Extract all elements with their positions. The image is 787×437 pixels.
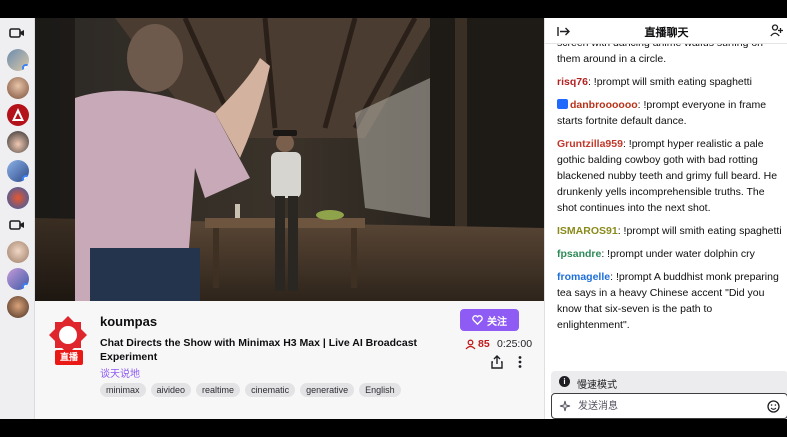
stream-uptime: 0:25:00: [497, 338, 533, 350]
emoji-smile-icon[interactable]: [767, 400, 780, 413]
chat-username[interactable]: Gruntzilla959: [557, 138, 623, 150]
sidebar-channel-avatar[interactable]: [7, 49, 29, 71]
chat-message-input[interactable]: [578, 398, 758, 414]
video-frame: [35, 18, 544, 301]
chat-message: danbroooooo: !prompt everyone in frame s…: [557, 97, 783, 129]
sidebar-channel-avatar[interactable]: [7, 241, 29, 263]
chat-username[interactable]: risq76: [557, 76, 588, 88]
follow-button[interactable]: 关注: [460, 309, 519, 331]
viewer-count: 85: [465, 338, 490, 350]
tag-list: minimax aivideo realtime cinematic gener…: [100, 383, 401, 397]
channel-name[interactable]: koumpas: [100, 314, 157, 329]
video-camera-icon: [9, 28, 24, 38]
tag[interactable]: English: [359, 383, 401, 397]
chat-header: 直播聊天: [545, 18, 787, 44]
chat-title: 直播聊天: [644, 27, 689, 39]
chat-message: ISMAROS91: !prompt will smith eating spa…: [557, 223, 783, 239]
share-icon[interactable]: [490, 355, 504, 369]
tag[interactable]: generative: [300, 383, 355, 397]
chat-username[interactable]: danbroooooo: [570, 99, 638, 111]
tag[interactable]: minimax: [100, 383, 146, 397]
info-icon: i: [559, 376, 570, 387]
video-camera-icon: [9, 220, 24, 230]
crown-badge-icon: [557, 99, 568, 109]
chat-username[interactable]: fpsandre: [557, 248, 601, 260]
video-player[interactable]: [35, 18, 544, 301]
live-badge: 直播: [55, 350, 83, 365]
chat-message-text: !prompt under water dolphin cry: [604, 248, 755, 260]
chat-username[interactable]: fromagelle: [557, 271, 610, 283]
top-letterbox: [0, 0, 787, 18]
stream-info-panel: 直播 koumpas Chat Directs the Show with Mi…: [35, 301, 544, 419]
followed-channels-sidebar: [0, 18, 35, 419]
bottom-letterbox: [0, 419, 787, 437]
chat-message-text: !prompt will smith eating spaghetti: [620, 225, 782, 237]
person-icon: [465, 339, 476, 349]
follow-label: 关注: [487, 316, 507, 328]
tag[interactable]: cinematic: [245, 383, 296, 397]
chat-message: fpsandre: !prompt under water dolphin cr…: [557, 246, 783, 262]
sidebar-channel-avatar[interactable]: [7, 268, 29, 290]
tag[interactable]: realtime: [196, 383, 241, 397]
community-icon[interactable]: [770, 24, 784, 37]
chat-message-text: screen with dancing anime waifus surfing…: [557, 44, 763, 65]
chat-message: screen with dancing anime waifus surfing…: [557, 44, 783, 67]
chat-message-text: !prompt will smith eating spaghetti: [590, 76, 752, 88]
sidebar-channel-avatar[interactable]: [7, 77, 29, 99]
sidebar-channel-avatar[interactable]: [7, 296, 29, 318]
chat-message-list: screen with dancing anime waifus surfing…: [545, 44, 787, 388]
chat-message: fromagelle: !prompt A buddhist monk prep…: [557, 269, 783, 333]
slow-mode-label: 慢速模式: [577, 380, 617, 391]
category-link[interactable]: 谈天说地: [100, 365, 140, 380]
tag[interactable]: aivideo: [150, 383, 192, 397]
slow-mode-banner: i 慢速模式: [551, 371, 787, 393]
viewer-count-value: 85: [478, 338, 490, 350]
sidebar-channel-avatar[interactable]: [7, 187, 29, 209]
sparkle-icon[interactable]: [559, 400, 571, 412]
sidebar-channel-avatar[interactable]: [7, 104, 29, 126]
more-vertical-icon[interactable]: [515, 355, 525, 369]
sidebar-channel-avatar[interactable]: [7, 160, 29, 182]
stream-title: Chat Directs the Show with Minimax H3 Ma…: [100, 337, 418, 363]
sidebar-channel-avatar[interactable]: [7, 131, 29, 153]
chat-message: risq76: !prompt will smith eating spaghe…: [557, 74, 783, 90]
chat-input-box[interactable]: [551, 393, 787, 419]
heart-icon: [472, 315, 483, 325]
chat-username[interactable]: ISMAROS91: [557, 225, 618, 237]
chat-message: Gruntzilla959: !prompt hyper realistic a…: [557, 136, 783, 216]
chat-panel: 直播聊天 screen with dancing anime waifus su…: [544, 18, 787, 419]
